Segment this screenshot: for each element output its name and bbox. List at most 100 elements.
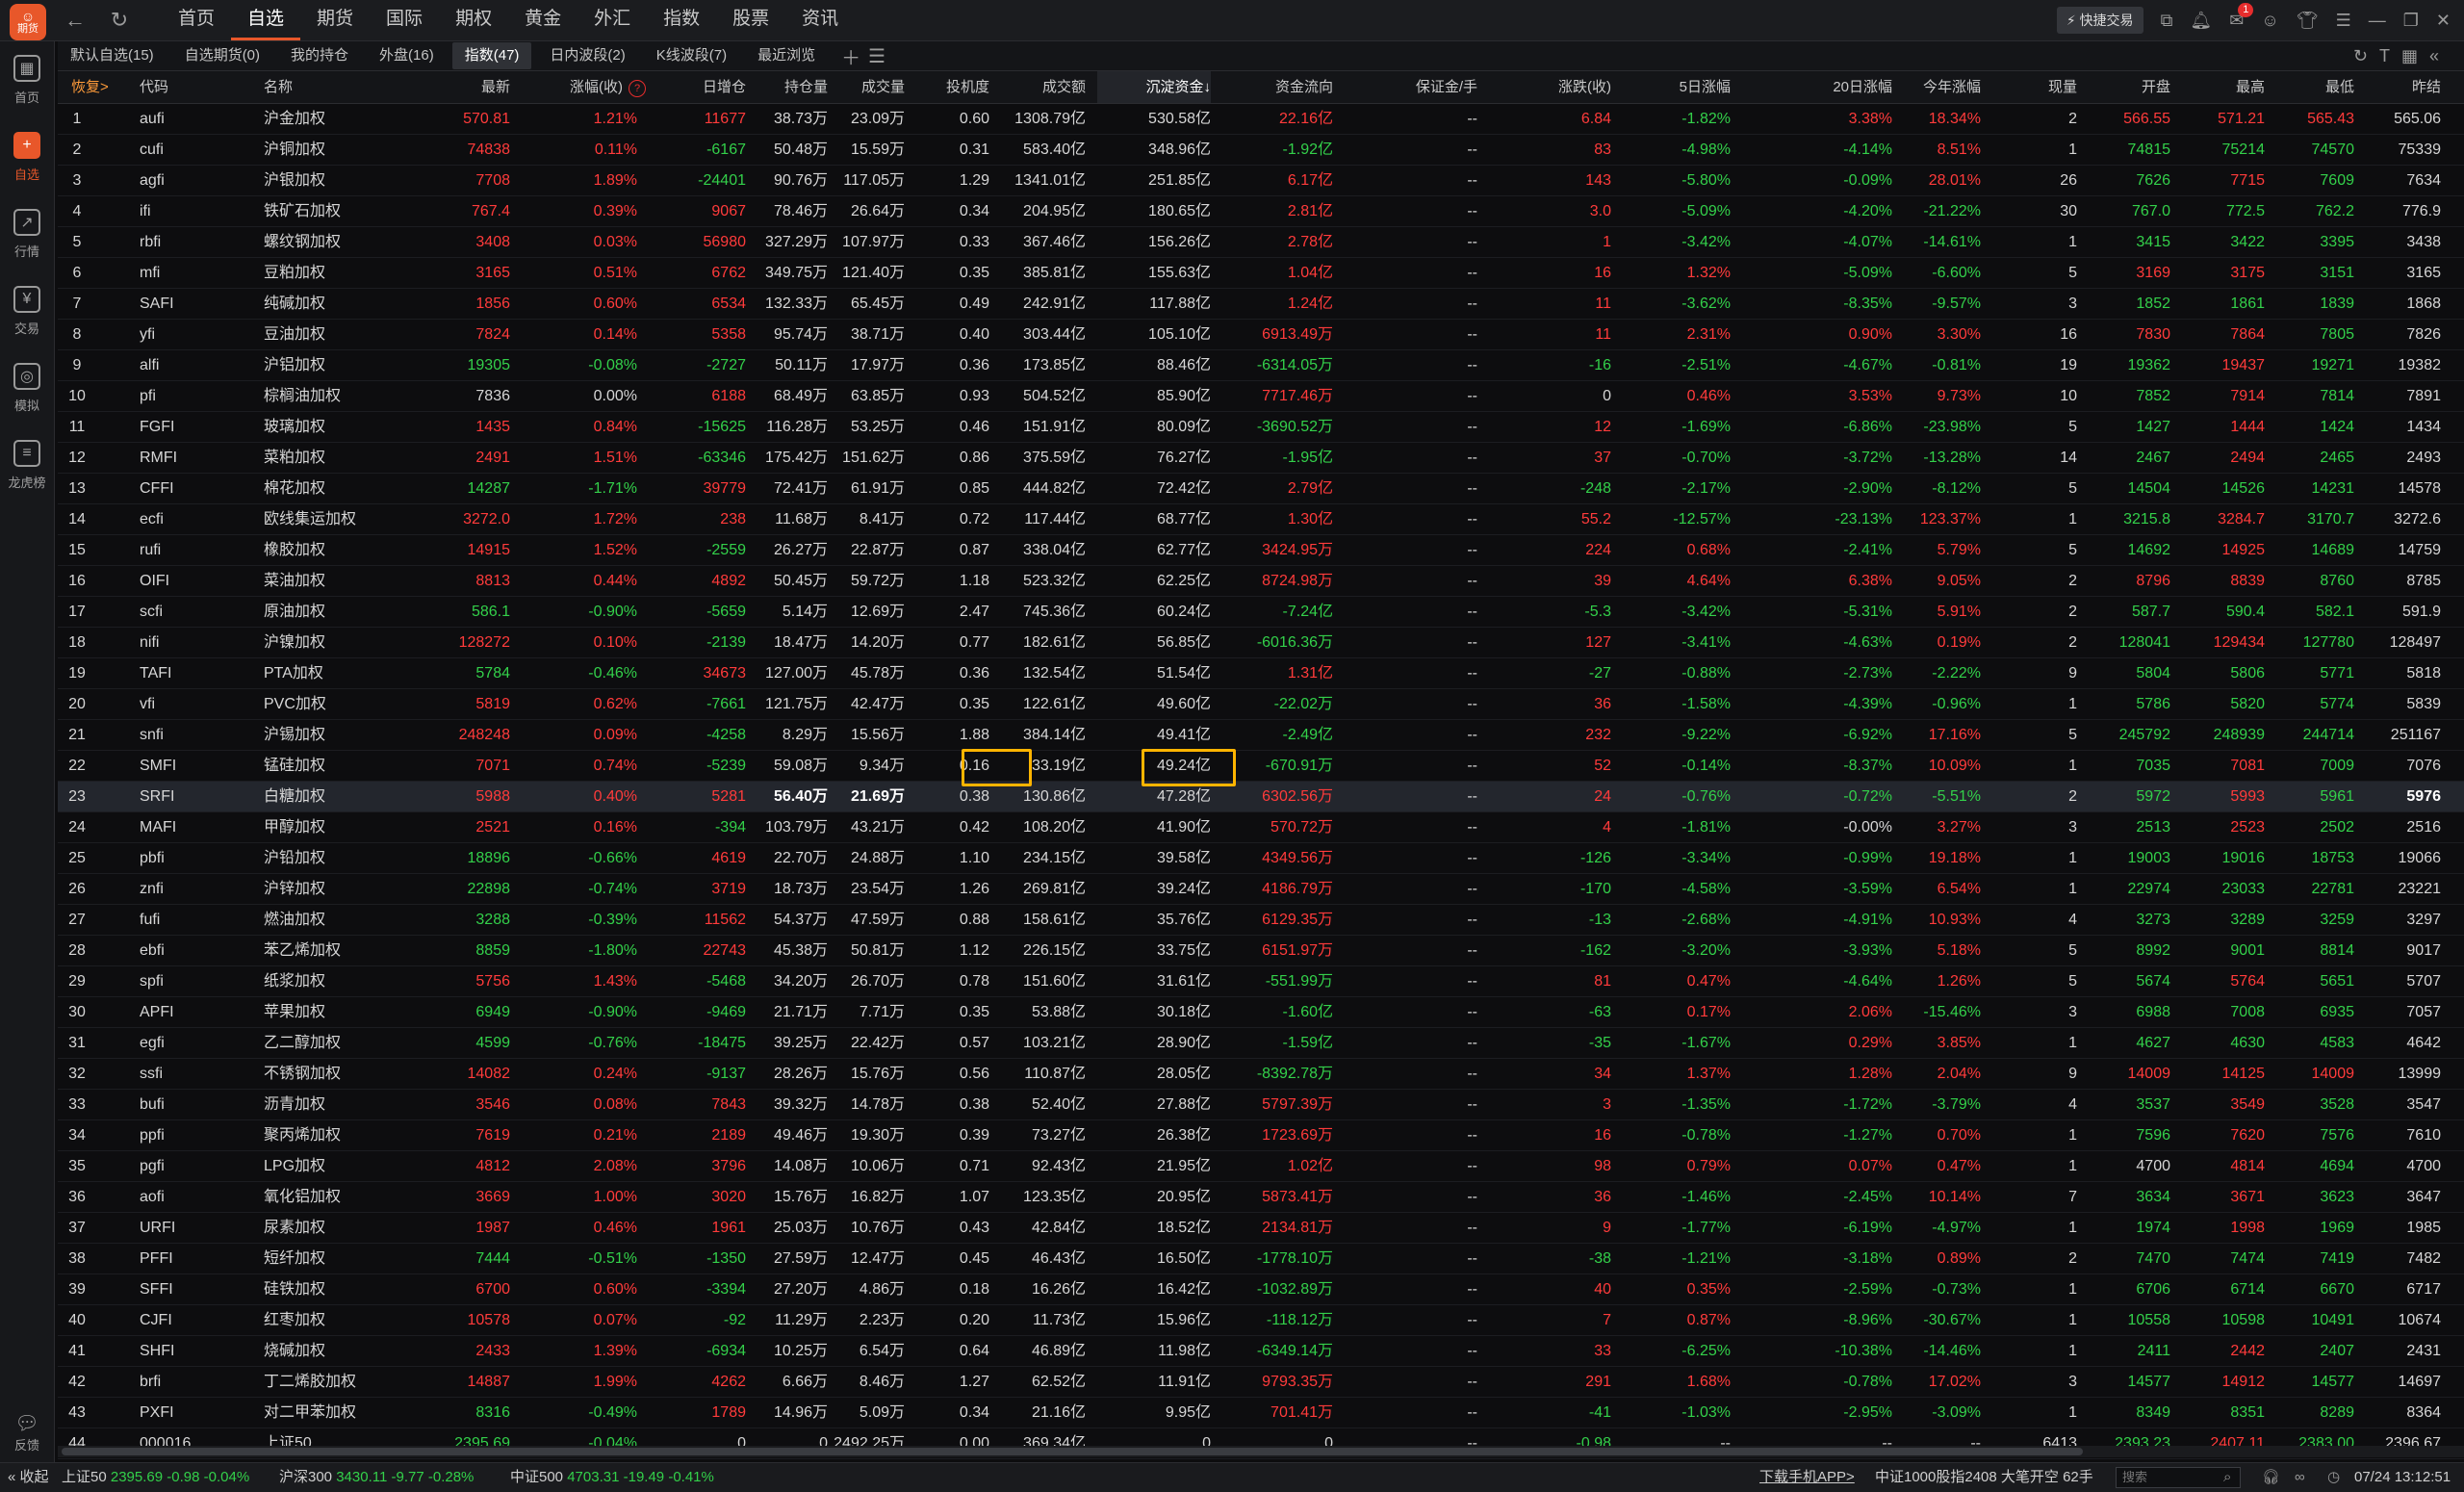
column-header[interactable]: 成交额 (991, 71, 1086, 103)
column-header[interactable]: 沉淀资金↓ (1097, 71, 1211, 103)
refresh-icon[interactable]: ↻ (106, 8, 133, 33)
collapse-button[interactable]: « 收起 (8, 1463, 49, 1492)
link-icon[interactable]: ∞ (2295, 1463, 2305, 1492)
search-input[interactable] (2116, 1467, 2241, 1488)
table-row[interactable]: 12 RMFI 菜粕加权 2491 1.51% -63346 175.42万 151.62万 0… (58, 443, 2464, 474)
collapse-panel-icon[interactable]: « (2429, 46, 2451, 65)
table-row[interactable]: 3 agfi 沪银加权 7708 1.89% -24401 90.76万 117.05万 1.2… (58, 166, 2464, 196)
table-row[interactable]: 32 ssfi 不锈钢加权 14082 0.24% -9137 28.26万 15.76万 0.… (58, 1059, 2464, 1090)
quick-trade-button[interactable]: ⚡ 快捷交易 (2056, 7, 2143, 34)
nav-item[interactable]: 首页 (162, 0, 231, 40)
sidebar-item[interactable]: + 自选 (0, 118, 54, 195)
column-header[interactable]: 涨幅(收)? (570, 71, 646, 103)
refresh-list-icon[interactable]: ↻ (2353, 46, 2379, 65)
close-icon[interactable]: ✕ (2436, 11, 2451, 31)
user-icon[interactable]: ☺ (2261, 11, 2278, 31)
column-header[interactable]: 名称 (264, 71, 398, 103)
font-size-icon[interactable]: T (2379, 46, 2401, 65)
table-row[interactable]: 23 SRFI 白糖加权 5988 0.40% 5281 56.40万 21.69万 0.38 1… (58, 782, 2464, 812)
table-row[interactable]: 36 aofi 氧化铝加权 3669 1.00% 3020 15.76万 16.82万 1.07… (58, 1182, 2464, 1213)
tab[interactable]: 外盘(16) (367, 42, 447, 69)
table-row[interactable]: 25 pbfi 沪铅加权 18896 -0.66% 4619 22.70万 24.88万 1.1… (58, 843, 2464, 874)
table-row[interactable]: 34 ppfi 聚丙烯加权 7619 0.21% 2189 49.46万 19.30万 0.39… (58, 1120, 2464, 1151)
column-header[interactable]: 5日涨幅 (1654, 71, 1731, 103)
sidebar-item[interactable]: ▦ 首页 (0, 41, 54, 118)
table-row[interactable]: 37 URFI 尿素加权 1987 0.46% 1961 25.03万 10.76万 0.43 4… (58, 1213, 2464, 1244)
index-hs300-ticker[interactable]: 沪深300 3430.11 -9.77 -0.28% (279, 1463, 474, 1492)
column-header[interactable]: 最新 (454, 71, 510, 103)
column-header[interactable]: 投机度 (922, 71, 989, 103)
column-header[interactable]: 昨结 (2348, 71, 2441, 103)
column-header[interactable]: 开盘 (2084, 71, 2170, 103)
tab[interactable]: 指数(47) (451, 42, 532, 69)
table-row[interactable]: 28 ebfi 苯乙烯加权 8859 -1.80% 22743 45.38万 50.81万 1.… (58, 936, 2464, 966)
tab[interactable]: 默认自选(15) (58, 42, 167, 69)
tab[interactable]: 日内波段(2) (537, 42, 637, 69)
tab[interactable]: 最近浏览 (745, 42, 828, 69)
download-app-link[interactable]: 下载手机APP> (1759, 1463, 1855, 1492)
tab[interactable]: K线波段(7) (644, 42, 739, 69)
table-row[interactable]: 38 PFFI 短纤加权 7444 -0.51% -1350 27.59万 12.47万 0.4… (58, 1244, 2464, 1274)
bell-icon[interactable]: 🔔︎ (2190, 11, 2212, 31)
table-row[interactable]: 24 MAFI 甲醇加权 2521 0.16% -394 103.79万 43.21万 0.42… (58, 812, 2464, 843)
minimize-icon[interactable]: — (2369, 11, 2386, 31)
nav-item[interactable]: 自选 (231, 0, 301, 40)
table-row[interactable]: 9 alfi 沪铝加权 19305 -0.08% -2727 50.11万 17.97万 0.3… (58, 350, 2464, 381)
back-arrow-icon[interactable]: ← (62, 8, 89, 33)
table-row[interactable]: 35 pgfi LPG加权 4812 2.08% 3796 14.08万 10.06万 0.71… (58, 1151, 2464, 1182)
table-row[interactable]: 21 snfi 沪锡加权 248248 0.09% -4258 8.29万 15.56万 1.8… (58, 720, 2464, 751)
sidebar-item[interactable]: ◎ 模拟 (0, 349, 54, 426)
sidebar-item[interactable]: ¥ 交易 (0, 272, 54, 349)
table-row[interactable]: 14 ecfi 欧线集运加权 3272.0 1.72% 238 11.68万 8.41万 0.7… (58, 504, 2464, 535)
table-row[interactable]: 40 CJFI 红枣加权 10578 0.07% -92 11.29万 2.23万 0.20 11… (58, 1305, 2464, 1336)
nav-item[interactable]: 黄金 (508, 0, 578, 40)
headset-icon[interactable]: 🎧︎ (2262, 1463, 2280, 1492)
table-row[interactable]: 20 vfi PVC加权 5819 0.62% -7661 121.75万 42.47万 0.3… (58, 689, 2464, 720)
horizontal-scrollbar[interactable] (58, 1446, 2464, 1457)
column-header[interactable]: 资金流向 (1218, 71, 1333, 103)
table-row[interactable]: 31 egfi 乙二醇加权 4599 -0.76% -18475 39.25万 22.42万 0… (58, 1028, 2464, 1059)
table-row[interactable]: 41 SHFI 烧碱加权 2433 1.39% -6934 10.25万 6.54万 0.64 4… (58, 1336, 2464, 1367)
column-header[interactable]: 代码 (140, 71, 207, 103)
menu-icon[interactable]: ☰ (2336, 11, 2351, 31)
layout-grid-icon[interactable]: ▦ (2401, 46, 2429, 65)
nav-item[interactable]: 资讯 (785, 0, 855, 40)
table-row[interactable]: 5 rbfi 螺纹钢加权 3408 0.03% 56980 327.29万 107.97万 0.… (58, 227, 2464, 258)
table-row[interactable]: 43 PXFI 对二甲苯加权 8316 -0.49% 1789 14.96万 5.09万 0.3… (58, 1398, 2464, 1428)
restore-sort-button[interactable]: 恢复> (71, 71, 109, 103)
column-header[interactable]: 持仓量 (749, 71, 828, 103)
column-header[interactable]: 成交量 (828, 71, 905, 103)
search-icon[interactable]: ⌕ (2223, 1463, 2231, 1492)
app-logo[interactable]: ☺ 期货 (10, 4, 46, 40)
table-row[interactable]: 33 bufi 沥青加权 3546 0.08% 7843 39.32万 14.78万 0.38 5… (58, 1090, 2464, 1120)
table-row[interactable]: 39 SFFI 硅铁加权 6700 0.60% -3394 27.20万 4.86万 0.18 1… (58, 1274, 2464, 1305)
sidebar-item[interactable]: ↗ 行情 (0, 195, 54, 272)
message-icon[interactable]: ✉ 1 (2229, 2, 2254, 31)
table-row[interactable]: 29 spfi 纸浆加权 5756 1.43% -5468 34.20万 26.70万 0.78… (58, 966, 2464, 997)
nav-item[interactable]: 指数 (647, 0, 716, 40)
feedback-button[interactable]: 💬︎ 反馈 (0, 1399, 54, 1466)
table-row[interactable]: 6 mfi 豆粕加权 3165 0.51% 6762 349.75万 121.40万 0.35 3… (58, 258, 2464, 289)
restore-window-icon[interactable]: ❐ (2403, 11, 2419, 31)
table-row[interactable]: 22 SMFI 锰硅加权 7071 0.74% -5239 59.08万 9.34万 0.16 3… (58, 751, 2464, 782)
table-row[interactable]: 1 aufi 沪金加权 570.81 1.21% 11677 38.73万 23.09万 0.6… (58, 104, 2464, 135)
table-row[interactable]: 26 znfi 沪锌加权 22898 -0.74% 3719 18.73万 23.54万 1.2… (58, 874, 2464, 905)
window-copy-icon[interactable]: ⧉ (2161, 11, 2173, 31)
table-row[interactable]: 8 yfi 豆油加权 7824 0.14% 5358 95.74万 38.71万 0.40 303… (58, 320, 2464, 350)
column-header[interactable]: 日增仓 (669, 71, 746, 103)
tab[interactable]: 我的持仓 (278, 42, 361, 69)
nav-item[interactable]: 外汇 (578, 0, 647, 40)
scrollbar-thumb[interactable] (62, 1448, 2083, 1455)
table-row[interactable]: 18 nifi 沪镍加权 128272 0.10% -2139 18.47万 14.20万 0.… (58, 628, 2464, 658)
table-row[interactable]: 30 APFI 苹果加权 6949 -0.90% -9469 21.71万 7.71万 0.35… (58, 997, 2464, 1028)
table-row[interactable]: 15 rufi 橡胶加权 14915 1.52% -2559 26.27万 22.87万 0.8… (58, 535, 2464, 566)
table-row[interactable]: 10 pfi 棕榈油加权 7836 0.00% 6188 68.49万 63.85万 0.93 5… (58, 381, 2464, 412)
table-row[interactable]: 11 FGFI 玻璃加权 1435 0.84% -15625 116.28万 53.25万 0.… (58, 412, 2464, 443)
index-sz50-ticker[interactable]: 上证50 2395.69 -0.98 -0.04% (62, 1463, 249, 1492)
table-row[interactable]: 17 scfi 原油加权 586.1 -0.90% -5659 5.14万 12.69万 2.4… (58, 597, 2464, 628)
news-ticker[interactable]: 中证1000股指2408 大笔开空 62手 (1875, 1463, 2093, 1492)
column-header[interactable]: 今年涨幅 (1904, 71, 1981, 103)
table-row[interactable]: 27 fufi 燃油加权 3288 -0.39% 11562 54.37万 47.59万 0.8… (58, 905, 2464, 936)
add-tab-icon[interactable]: ＋ (841, 42, 860, 70)
sidebar-item[interactable]: ≡ 龙虎榜 (0, 426, 54, 503)
